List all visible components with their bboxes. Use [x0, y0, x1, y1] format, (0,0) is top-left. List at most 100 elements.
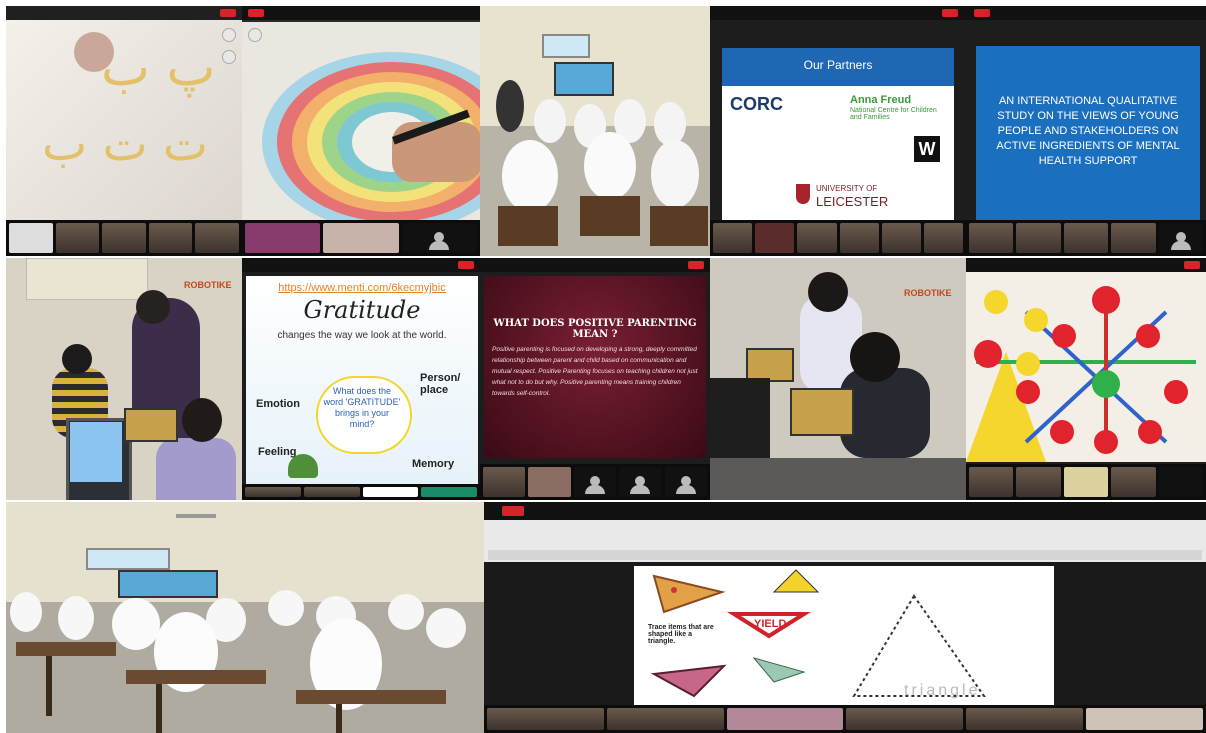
zoom-toolbar [966, 6, 1206, 20]
participant-thumb[interactable] [606, 708, 724, 730]
end-button[interactable] [502, 506, 524, 516]
participant-thumb[interactable] [1111, 223, 1156, 253]
participant-thumb[interactable] [664, 467, 708, 497]
monitor [710, 378, 770, 468]
participant-thumb[interactable] [1063, 467, 1109, 497]
student-left-head [62, 344, 92, 374]
participant-thumb[interactable] [966, 708, 1084, 730]
photo-classroom-1 [480, 6, 710, 256]
zoom-partners-slide: Our Partners CORC Anna Freud National Ce… [710, 6, 966, 256]
zoom-toolbar [242, 258, 480, 272]
parenting-body: Positive parenting is focused on develop… [492, 346, 698, 397]
wall-board [26, 258, 148, 300]
welcome-logo: W [914, 136, 940, 162]
participant-thumb[interactable] [755, 223, 795, 253]
participant-thumb[interactable] [9, 223, 53, 253]
participant-thumb[interactable] [713, 223, 753, 253]
ceiling-fan [176, 514, 216, 518]
student-right-head [182, 398, 222, 442]
participant-thumb[interactable] [797, 223, 837, 253]
participant-thumb[interactable] [923, 223, 964, 253]
participant-strip [6, 220, 242, 256]
corc-logo: CORC [730, 94, 783, 114]
student-front-head [850, 332, 900, 382]
student-right [156, 438, 236, 500]
participant-thumb[interactable] [487, 708, 604, 730]
robot-kit [124, 408, 178, 442]
participant-thumb[interactable] [528, 467, 571, 497]
zoom-toolbar [484, 502, 1206, 520]
participant-thumb[interactable] [195, 223, 239, 253]
participant-thumb[interactable] [401, 223, 477, 253]
participant-thumb[interactable] [881, 223, 921, 253]
participant-thumb[interactable] [726, 708, 844, 730]
end-button[interactable] [458, 261, 474, 269]
students [496, 80, 708, 246]
window [542, 34, 590, 58]
zoom-gratitude-slide: https://www.menti.com/6kecmyjbic Gratitu… [242, 258, 480, 500]
participant-strip [484, 705, 1206, 733]
laptop-screen [70, 422, 122, 482]
windows [86, 548, 170, 570]
camera-icon[interactable] [222, 28, 236, 42]
participant-thumb[interactable] [245, 487, 301, 497]
participant-thumb[interactable] [1016, 467, 1061, 497]
zoom-toolbar [480, 258, 710, 272]
worksheet-caption: Trace items that are shaped like a trian… [648, 624, 714, 645]
participant-thumb[interactable] [1158, 467, 1204, 497]
zoom-craft-circles [966, 258, 1206, 500]
label-memory: Memory [412, 458, 455, 470]
participant-thumb[interactable] [839, 223, 879, 253]
participant-thumb[interactable] [846, 708, 964, 730]
label-feeling: Feeling [258, 446, 297, 458]
participant-thumb[interactable] [102, 223, 146, 253]
participant-thumb[interactable] [1158, 223, 1204, 253]
robotike-sign: ROBOTIKE [904, 288, 952, 298]
end-button[interactable] [1184, 261, 1200, 269]
end-button[interactable] [248, 9, 264, 17]
anna-freud-sub: National Centre for Children and Familie… [850, 107, 937, 121]
zoom-shapes-worksheet: YIELD Trace items that are shaped like a… [484, 502, 1206, 733]
participant-thumb[interactable] [573, 467, 617, 497]
camera-icon[interactable] [248, 28, 262, 42]
settings-icon[interactable] [222, 50, 236, 64]
zoom-toolbar [710, 6, 966, 20]
zoom-parenting-slide: WHAT DOES POSITIVE PARENTING MEAN ? Posi… [480, 258, 710, 500]
participant-thumb[interactable] [55, 223, 100, 253]
zoom-toolbar [966, 258, 1206, 272]
participant-thumb[interactable] [969, 223, 1014, 253]
participant-thumb[interactable] [969, 467, 1014, 497]
participant-thumb[interactable] [245, 223, 321, 253]
menti-url[interactable]: https://www.menti.com/6kecmyjbic [246, 282, 478, 294]
zoom-toolbar [6, 6, 242, 20]
students [10, 590, 466, 733]
end-button[interactable] [974, 9, 990, 17]
participant-thumb[interactable] [1063, 223, 1109, 253]
participant-thumb[interactable] [303, 487, 360, 497]
participant-thumb[interactable] [148, 223, 193, 253]
photo-urdu-letters: پ ب ت ت ب [6, 6, 242, 256]
participant-thumb[interactable] [483, 467, 526, 497]
tree [288, 454, 318, 478]
cloud-text: What does the word 'GRATITUDE' brings in… [323, 386, 401, 429]
participant-thumb[interactable] [323, 223, 399, 253]
teacher-head [136, 290, 170, 324]
slide-title: Our Partners [803, 58, 873, 72]
photo-robotics-2: ROBOTIKE [710, 258, 966, 500]
study-title: AN INTERNATIONAL QUALITATIVE STUDY ON TH… [996, 95, 1180, 167]
end-button[interactable] [942, 9, 958, 17]
photo-classroom-2 [6, 502, 484, 733]
urdu-glyphs-bottom: ت ت ب [42, 116, 209, 172]
participant-thumb[interactable] [1086, 708, 1203, 730]
participant-thumb[interactable] [1111, 467, 1156, 497]
participant-thumb[interactable] [1016, 223, 1061, 253]
participant-thumb[interactable] [619, 467, 662, 497]
participant-thumb[interactable] [421, 487, 477, 497]
participant-thumb[interactable] [362, 487, 419, 497]
end-button[interactable] [688, 261, 704, 269]
participant-strip [480, 464, 710, 500]
end-button[interactable] [220, 9, 236, 17]
participant-strip [242, 484, 480, 500]
yield-sign-text: YIELD [754, 618, 787, 630]
zoom-study-slide: AN INTERNATIONAL QUALITATIVE STUDY ON TH… [966, 6, 1206, 256]
